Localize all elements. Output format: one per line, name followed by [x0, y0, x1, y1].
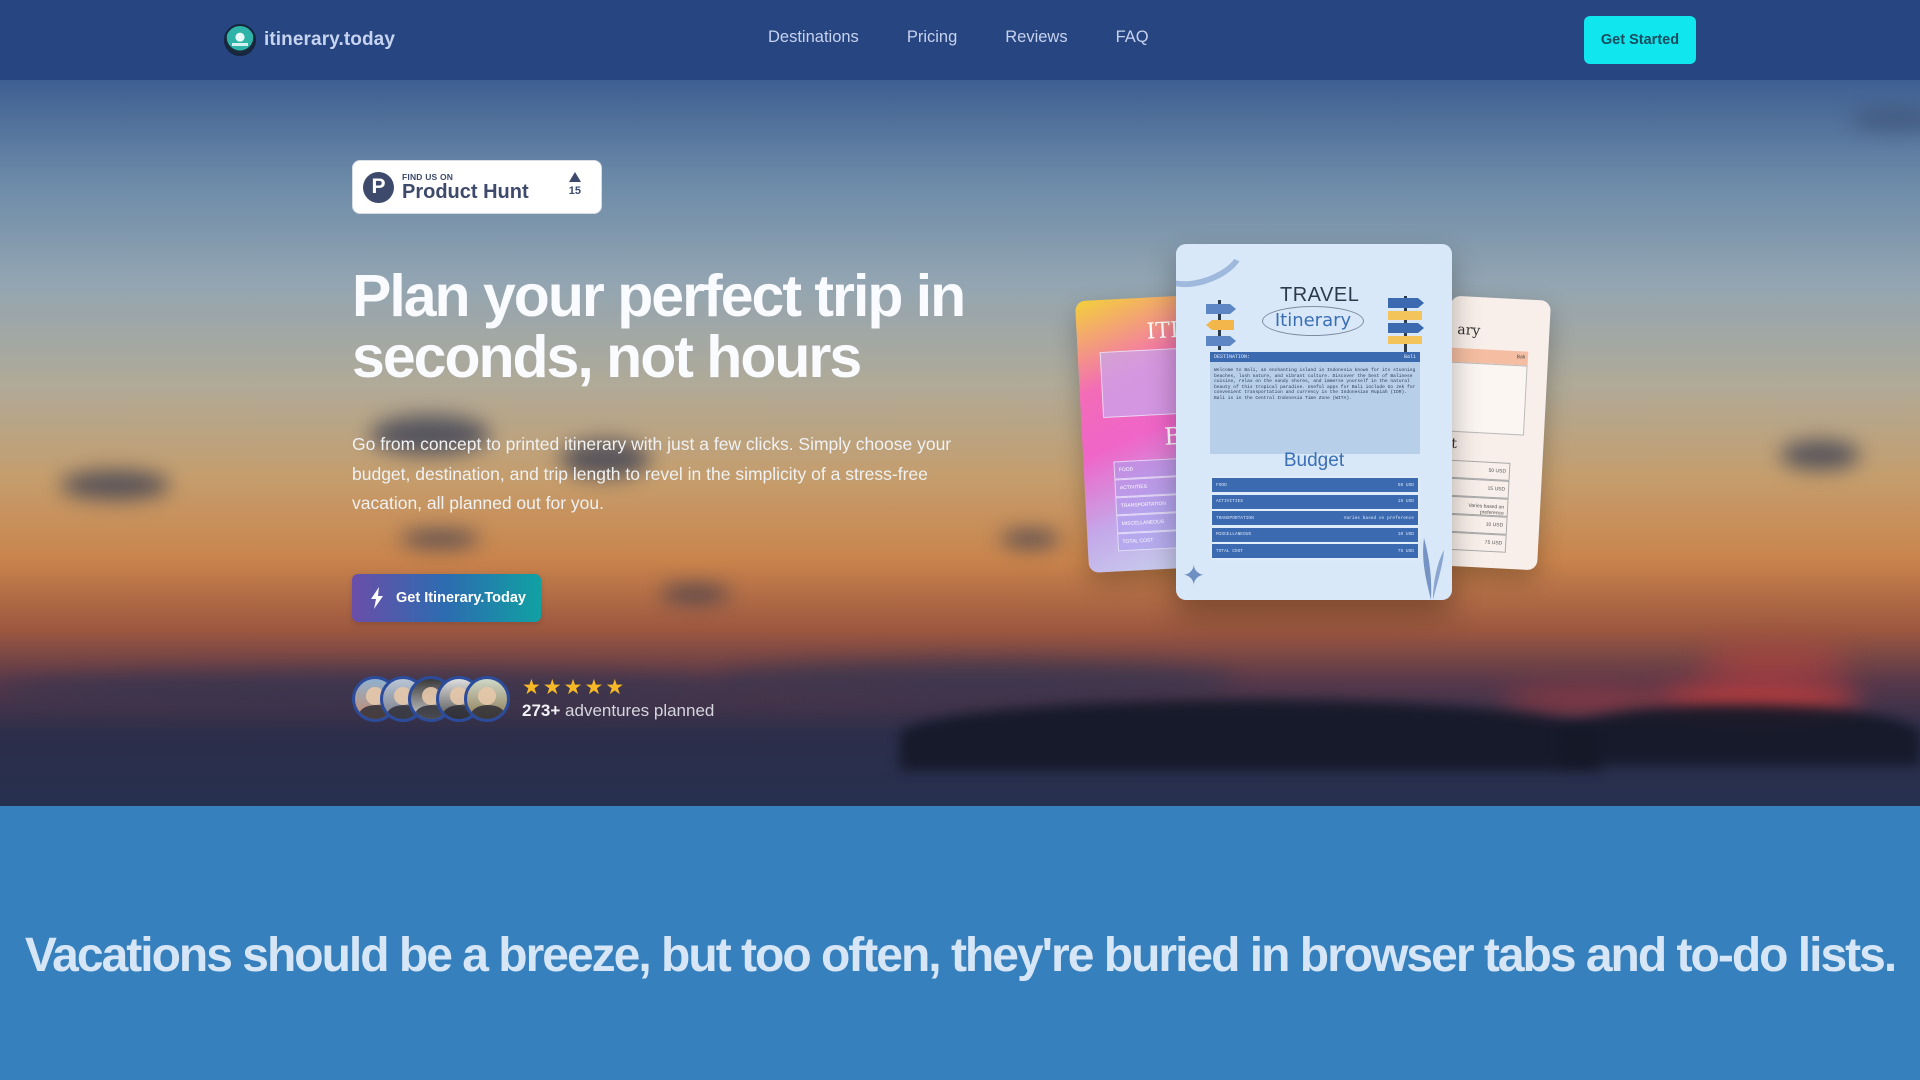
budget-row: TRANSPORTATION Varies based on preference — [1212, 511, 1418, 526]
signpost-right-icon — [1388, 296, 1424, 354]
budget-row: ACTIVITIES 15 USD — [1212, 494, 1418, 509]
lightning-bolt-icon — [371, 587, 383, 609]
top-navbar: itinerary.today Destinations Pricing Rev… — [0, 0, 1920, 80]
preview-title: ITI — [1146, 317, 1180, 345]
rating-stars: ★ ★ ★ ★ ★ — [522, 677, 714, 699]
destination-value: Bali — [1403, 354, 1416, 360]
hero-section: P FIND US ON Product Hunt 15 Plan your p… — [0, 80, 1920, 806]
get-itinerary-label: Get Itinerary.Today — [396, 590, 526, 606]
nav-link-reviews[interactable]: Reviews — [1005, 28, 1067, 47]
preview-destination-bar: DESTINATION: Bali — [1210, 352, 1420, 362]
palm-beach-logo-icon — [224, 24, 256, 56]
budget-row-label: MISCELLANEOUS — [1216, 532, 1252, 538]
budget-row-label: FOOD — [1216, 482, 1227, 488]
adventures-planned: 273+ adventures planned — [522, 701, 714, 721]
budget-row-value: 15 USD — [1397, 499, 1414, 505]
get-started-button[interactable]: Get Started — [1584, 16, 1696, 64]
leaf-decoration-icon — [1423, 538, 1444, 600]
preview-title-travel: TRAVEL — [1280, 284, 1360, 306]
adventures-label: adventures planned — [565, 701, 715, 720]
preview-description-box — [1444, 361, 1528, 436]
star-icon: ★ — [522, 676, 541, 699]
brand-name: itinerary.today — [264, 29, 396, 50]
product-hunt-badge[interactable]: P FIND US ON Product Hunt 15 — [352, 160, 602, 214]
itinerary-preview-main: TRAVEL Itinerary DESTINATION: Bali Welco… — [1176, 244, 1452, 600]
nav-link-destinations[interactable]: Destinations — [768, 28, 859, 47]
budget-row-label: TRANSPORTATION — [1216, 515, 1254, 521]
signpost-left-icon — [1206, 300, 1236, 350]
itinerary-preview-peach: ary Bali t 50 USD 15 USD Varies based on… — [1437, 295, 1551, 571]
upvote-triangle-icon — [568, 172, 581, 182]
user-avatars — [352, 676, 510, 722]
product-hunt-label: Product Hunt — [402, 180, 529, 203]
budget-row: MISCELLANEOUS 10 USD — [1212, 527, 1418, 542]
preview-title: ary — [1456, 321, 1481, 340]
decorative-swoosh — [1176, 244, 1252, 298]
preview-budget-table: FOOD 50 USD ACTIVITIES 15 USD TRANSPORTATI… — [1212, 478, 1418, 561]
problem-section: Vacations should be a breeze, but too of… — [0, 806, 1920, 1080]
nav-links: Destinations Pricing Reviews FAQ — [768, 28, 1197, 47]
star-icon: ★ — [584, 676, 604, 699]
budget-row: FOOD 50 USD — [1212, 478, 1418, 492]
budget-row-value: Varies based on preference — [1343, 515, 1414, 521]
star-icon: ★ — [542, 676, 562, 699]
budget-row-label: ACTIVITIES — [1216, 499, 1244, 505]
problem-heading: Vacations should be a breeze, but too of… — [24, 929, 1897, 982]
avatar — [464, 676, 510, 722]
star-icon: ★ — [563, 676, 583, 699]
hero-subtext: Go from concept to printed itinerary wit… — [352, 434, 952, 513]
product-hunt-logo-icon: P — [363, 171, 394, 203]
budget-row-value: 75 USD — [1397, 548, 1414, 554]
budget-row-label: TOTAL COST — [1216, 548, 1244, 554]
brand-link[interactable]: itinerary.today — [224, 24, 395, 56]
product-hunt-small-label: FIND US ON — [402, 171, 454, 182]
nav-link-pricing[interactable]: Pricing — [907, 28, 957, 47]
sparkle-icon: ✦ — [1182, 560, 1206, 591]
preview-description: Welcome to Bali, an enchanting island in… — [1210, 362, 1420, 454]
budget-row-value: 50 USD — [1397, 482, 1414, 488]
adventures-count: 273+ — [522, 701, 561, 720]
social-proof: ★ ★ ★ ★ ★ 273+ adventures planned — [352, 676, 714, 722]
destination-label: DESTINATION: — [1214, 354, 1251, 360]
hero-headline: Plan your perfect trip in seconds, not h… — [352, 263, 966, 390]
product-hunt-votes: 15 — [569, 172, 581, 197]
preview-title-itinerary: Itinerary — [1262, 306, 1364, 336]
upvote-count: 15 — [568, 185, 581, 197]
nav-link-faq[interactable]: FAQ — [1116, 28, 1149, 47]
budget-row-value: 10 USD — [1397, 532, 1414, 538]
get-itinerary-button[interactable]: Get Itinerary.Today — [352, 574, 541, 622]
star-icon: ★ — [605, 676, 625, 699]
budget-row: TOTAL COST 75 USD — [1212, 544, 1418, 559]
preview-budget-title: Budget — [1283, 450, 1345, 471]
